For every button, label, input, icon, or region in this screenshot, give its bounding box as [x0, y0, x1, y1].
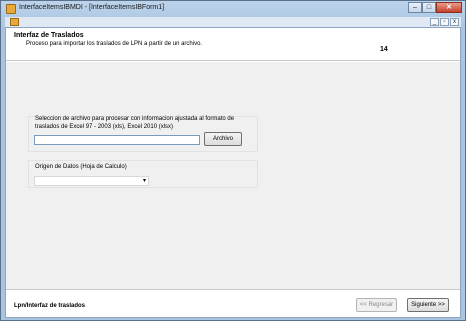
step-number: 14: [380, 46, 388, 53]
mdi-child-buttons: _ ▫ x: [430, 18, 459, 26]
app-icon: [6, 4, 16, 14]
page-subtitle: Proceso para importar los traslados de L…: [26, 41, 203, 47]
close-button[interactable]: ✕: [436, 2, 462, 13]
chevron-down-icon[interactable]: ▾: [143, 177, 146, 186]
mdi-restore-button[interactable]: ▫: [440, 18, 449, 26]
worksheet-select[interactable]: ▾: [34, 176, 149, 186]
form-content: Interfaz de Traslados Proceso para impor…: [5, 27, 461, 318]
window-title: InterfaceItemsIBMDI - [InterfaceItemsIBF…: [19, 4, 165, 11]
file-selection-group: Seleccion de archivo para procesar con i…: [28, 116, 258, 152]
page-title: Interfaz de Traslados: [14, 32, 84, 39]
maximize-button[interactable]: □: [422, 2, 436, 13]
mdi-menu-bar: _ ▫ x: [5, 17, 461, 27]
application-window: InterfaceItemsIBMDI - [InterfaceItemsIBF…: [0, 0, 466, 321]
back-button[interactable]: << Regresar: [356, 298, 397, 312]
next-button[interactable]: Siguiente >>: [407, 298, 449, 312]
data-source-group: Origen de Datos (Hoja de Calculo) ▾: [28, 160, 258, 188]
data-source-label: Origen de Datos (Hoja de Calculo): [35, 164, 127, 170]
wizard-footer: Lpn/Interfaz de traslados << Regresar Si…: [6, 291, 460, 317]
wizard-header: Interfaz de Traslados Proceso para impor…: [6, 28, 460, 61]
title-bar[interactable]: InterfaceItemsIBMDI - [InterfaceItemsIBF…: [1, 1, 465, 17]
breadcrumb: Lpn/Interfaz de traslados: [14, 303, 86, 309]
file-selection-label: Seleccion de archivo para procesar con i…: [35, 116, 235, 130]
wizard-body: Seleccion de archivo para procesar con i…: [6, 62, 460, 290]
mdi-child-icon[interactable]: [10, 18, 19, 26]
mdi-minimize-button[interactable]: _: [430, 18, 439, 26]
caption-buttons: – □ ✕: [408, 2, 462, 13]
file-path-input[interactable]: [34, 135, 200, 145]
browse-file-button[interactable]: Archivo: [204, 132, 242, 146]
mdi-close-button[interactable]: x: [450, 18, 459, 26]
minimize-button[interactable]: –: [408, 2, 422, 13]
